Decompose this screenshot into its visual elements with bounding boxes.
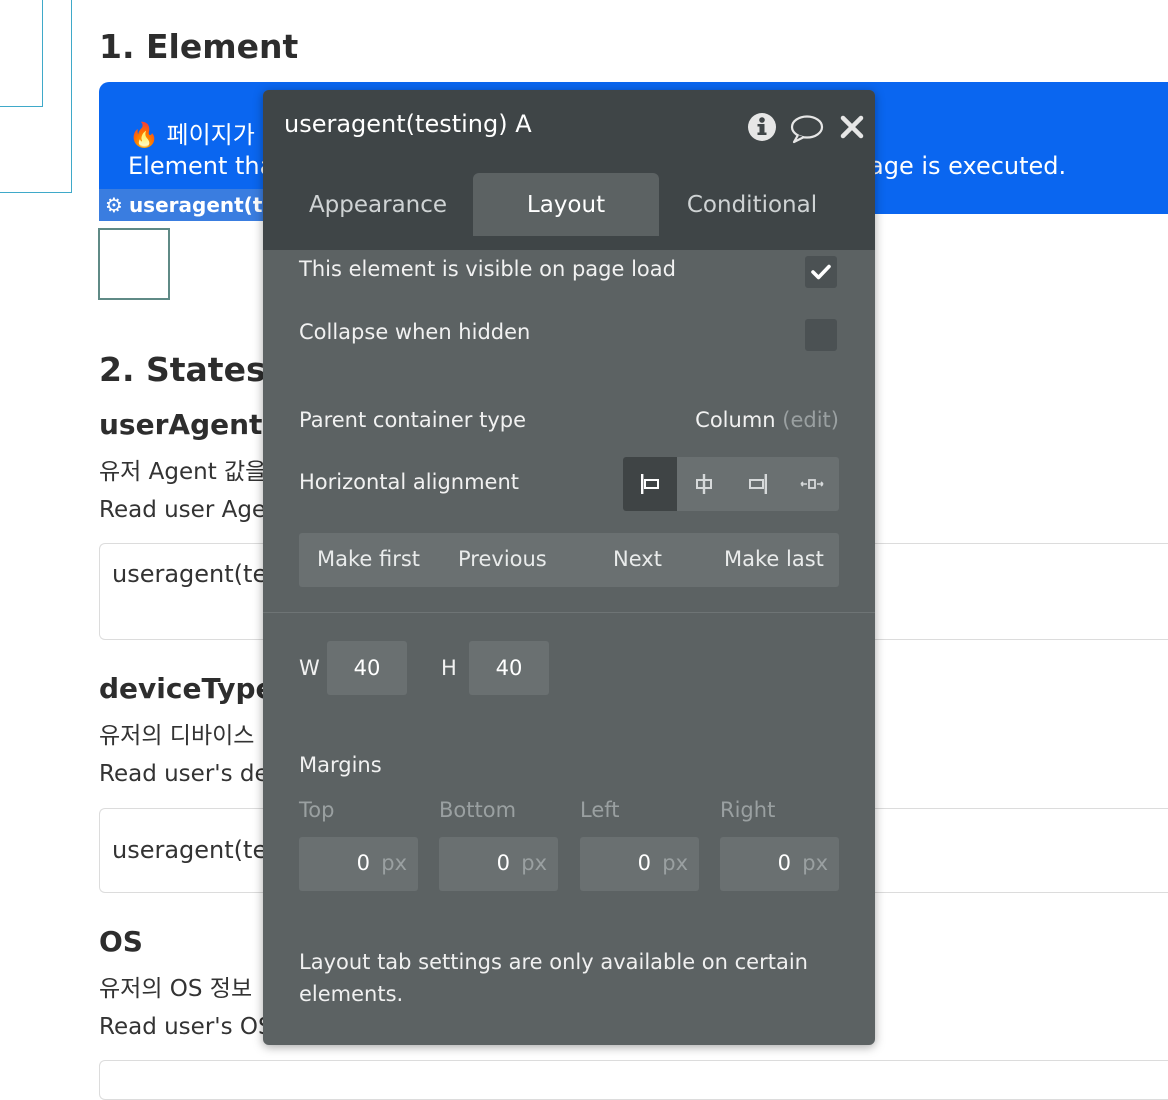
width-input[interactable]: 40 (327, 641, 407, 695)
margin-right-unit: px (802, 851, 828, 875)
margin-bottom-unit: px (521, 851, 547, 875)
margin-left-label: Left (580, 798, 620, 822)
parent-container-label: Parent container type (299, 408, 526, 432)
state-desc-ko-os: 유저의 OS 정보 (99, 976, 253, 1002)
state-desc-en-devicetype: Read user's de (99, 761, 269, 787)
info-icon[interactable] (747, 112, 777, 142)
gear-icon: ⚙ (105, 193, 123, 217)
tab-appearance[interactable]: Appearance (291, 173, 465, 236)
state-desc-ko-useragent: 유저 Agent 값을 (99, 459, 267, 485)
section-element-title: 1. Element (99, 27, 299, 66)
margins-label: Margins (299, 753, 382, 777)
margin-top-value: 0 (356, 851, 370, 875)
align-left-button[interactable] (623, 457, 677, 511)
align-right-icon (749, 474, 767, 494)
width-label: W (299, 656, 320, 680)
state-output-text: useragent(tes (112, 836, 280, 864)
state-desc-en-useragent: Read user Age (99, 497, 267, 523)
margin-right-value: 0 (777, 851, 791, 875)
state-output-text: useragent(tes (112, 560, 280, 588)
element-tag-label: useragent(te (128, 193, 269, 217)
make-last-button[interactable]: Make last (724, 547, 824, 571)
parent-container-value-group: Column (edit) (695, 408, 839, 432)
close-icon[interactable] (840, 115, 864, 139)
margin-bottom-label: Bottom (439, 798, 517, 822)
banner-line-korean: 🔥 페이지가 실 (129, 121, 285, 149)
tab-layout[interactable]: Layout (473, 173, 659, 236)
margin-top-input[interactable]: 0 px (299, 837, 418, 891)
align-right-button[interactable] (731, 457, 785, 511)
height-label: H (441, 656, 457, 680)
state-title-useragent: userAgent (99, 408, 263, 441)
collapse-when-hidden-checkbox[interactable] (805, 319, 837, 351)
margin-bottom-input[interactable]: 0 px (439, 837, 558, 891)
margin-top-label: Top (299, 798, 335, 822)
comment-icon[interactable] (790, 114, 824, 144)
visible-on-load-checkbox[interactable] (805, 256, 837, 288)
state-title-os: OS (99, 925, 143, 958)
banner-line-english-end: age is executed. (869, 152, 1067, 180)
horizontal-alignment-control (623, 457, 839, 511)
tab-conditional[interactable]: Conditional (667, 173, 837, 236)
margin-right-label: Right (720, 798, 776, 822)
margin-top-unit: px (381, 851, 407, 875)
visible-on-load-label: This element is visible on page load (299, 257, 676, 281)
make-first-button[interactable]: Make first (317, 547, 420, 571)
useragent-element-box[interactable] (98, 228, 170, 300)
height-input[interactable]: 40 (469, 641, 549, 695)
margin-right-input[interactable]: 0 px (720, 837, 839, 891)
banner-line-english: Element tha (128, 152, 275, 180)
next-button[interactable]: Next (613, 547, 662, 571)
horizontal-alignment-label: Horizontal alignment (299, 470, 519, 494)
element-tag[interactable]: ⚙ useragent(te (99, 189, 269, 221)
layout-tab-note: Layout tab settings are only available o… (299, 950, 808, 1006)
margin-left-unit: px (662, 851, 688, 875)
align-stretch-button[interactable] (785, 457, 839, 511)
align-center-button[interactable] (677, 457, 731, 511)
state-title-devicetype: deviceType (99, 672, 275, 705)
parent-container-edit-link[interactable]: (edit) (782, 408, 839, 432)
state-desc-en-os: Read user's OS (99, 1014, 273, 1040)
align-stretch-icon (800, 479, 824, 489)
align-center-icon (696, 474, 712, 494)
align-left-icon (641, 474, 659, 494)
checkmark-icon (811, 264, 831, 280)
panel-header: useragent(testing) A Appearance Layout C… (263, 90, 875, 250)
margin-left-input[interactable]: 0 px (580, 837, 699, 891)
section-states-title: 2. States (99, 350, 266, 389)
element-order-bar: Make first Previous Next Make last (299, 533, 839, 587)
property-editor-panel: useragent(testing) A Appearance Layout C… (263, 90, 875, 1045)
margin-left-value: 0 (637, 851, 651, 875)
section-divider (263, 612, 875, 613)
collapse-when-hidden-label: Collapse when hidden (299, 320, 531, 344)
panel-title: useragent(testing) A (284, 110, 532, 138)
state-desc-ko-devicetype: 유저의 디바이스 (99, 723, 255, 749)
state-output-os[interactable] (99, 1060, 1168, 1100)
canvas-group-outline (0, 0, 72, 193)
margin-bottom-value: 0 (496, 851, 510, 875)
previous-button[interactable]: Previous (458, 547, 547, 571)
parent-container-value: Column (695, 408, 776, 432)
